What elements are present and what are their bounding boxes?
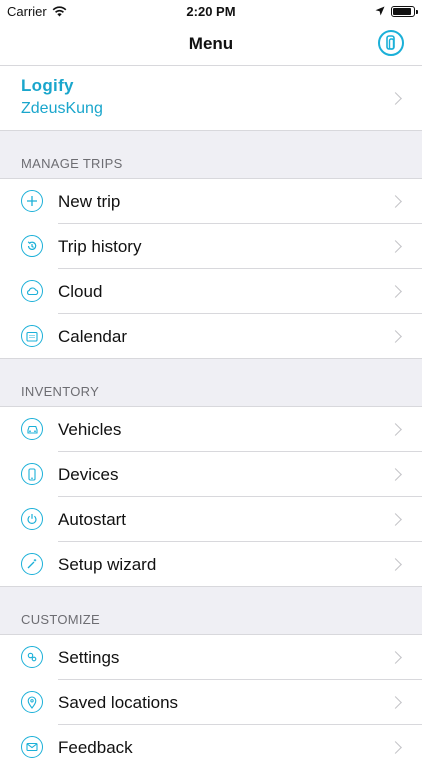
- phone-icon: [21, 463, 43, 485]
- device-button[interactable]: [378, 30, 404, 56]
- cloud-icon: [21, 280, 43, 302]
- chevron-right-icon: [389, 696, 402, 709]
- app-name: Logify: [21, 76, 74, 95]
- status-bar: Carrier 2:20 PM: [0, 0, 422, 22]
- menu-item-settings[interactable]: Settings: [0, 635, 422, 680]
- account-row[interactable]: Logify ZdeusKung: [0, 66, 422, 131]
- wifi-icon: [52, 5, 67, 16]
- chevron-right-icon: [389, 741, 402, 754]
- navigation-bar: Menu: [0, 22, 422, 66]
- mail-icon: [21, 736, 43, 758]
- menu-item-label: Vehicles: [58, 420, 122, 439]
- page-title: Menu: [188, 34, 234, 53]
- menu-item-label: Feedback: [58, 738, 133, 757]
- chevron-right-icon: [389, 468, 402, 481]
- plus-icon: [21, 190, 43, 212]
- section-title: CUSTOMIZE: [21, 612, 101, 627]
- car-icon: [21, 418, 43, 440]
- section-header-manage-trips: MANAGE TRIPS: [0, 131, 422, 179]
- menu-item-label: Trip history: [58, 237, 142, 256]
- menu-item-label: Devices: [58, 465, 119, 484]
- menu-item-label: Setup wizard: [58, 555, 157, 574]
- username: ZdeusKung: [21, 100, 103, 117]
- chevron-right-icon: [389, 513, 402, 526]
- menu-item-trip-history[interactable]: Trip history: [0, 224, 422, 269]
- calendar-icon: [21, 325, 43, 347]
- menu-item-label: Saved locations: [58, 693, 179, 712]
- gear-icon: [21, 646, 43, 668]
- power-icon: [21, 508, 43, 530]
- menu-item-setup-wizard[interactable]: Setup wizard: [0, 542, 422, 587]
- menu-item-devices[interactable]: Devices: [0, 452, 422, 497]
- menu-item-cloud[interactable]: Cloud: [0, 269, 422, 314]
- location-pin-icon: [21, 691, 43, 713]
- battery-icon: [391, 5, 418, 17]
- status-left: Carrier: [7, 4, 67, 19]
- section-title: INVENTORY: [21, 384, 100, 399]
- status-right: [375, 5, 418, 17]
- menu-item-label: Autostart: [58, 510, 127, 529]
- section-header-customize: CUSTOMIZE: [0, 587, 422, 635]
- chevron-right-icon: [389, 195, 402, 208]
- menu-item-feedback[interactable]: Feedback: [0, 725, 422, 770]
- section-title: MANAGE TRIPS: [21, 156, 123, 171]
- chevron-right-icon: [389, 240, 402, 253]
- menu-item-label: Settings: [58, 648, 120, 667]
- chevron-right-icon: [389, 92, 402, 105]
- menu-item-saved-locations[interactable]: Saved locations: [0, 680, 422, 725]
- chevron-right-icon: [389, 330, 402, 343]
- wand-icon: [21, 553, 43, 575]
- menu-item-autostart[interactable]: Autostart: [0, 497, 422, 542]
- section-header-inventory: INVENTORY: [0, 359, 422, 407]
- menu-item-label: New trip: [58, 192, 121, 211]
- menu-item-calendar[interactable]: Calendar: [0, 314, 422, 359]
- chevron-right-icon: [389, 651, 402, 664]
- device-link-icon: [386, 35, 395, 50]
- carrier-label: Carrier: [7, 3, 47, 19]
- menu-item-vehicles[interactable]: Vehicles: [0, 407, 422, 452]
- menu-item-label: Cloud: [58, 282, 103, 301]
- chevron-right-icon: [389, 558, 402, 571]
- chevron-right-icon: [389, 423, 402, 436]
- menu-item-new-trip[interactable]: New trip: [0, 179, 422, 224]
- history-icon: [21, 235, 43, 257]
- location-arrow-icon: [375, 6, 385, 16]
- menu-item-label: Calendar: [58, 327, 127, 346]
- chevron-right-icon: [389, 285, 402, 298]
